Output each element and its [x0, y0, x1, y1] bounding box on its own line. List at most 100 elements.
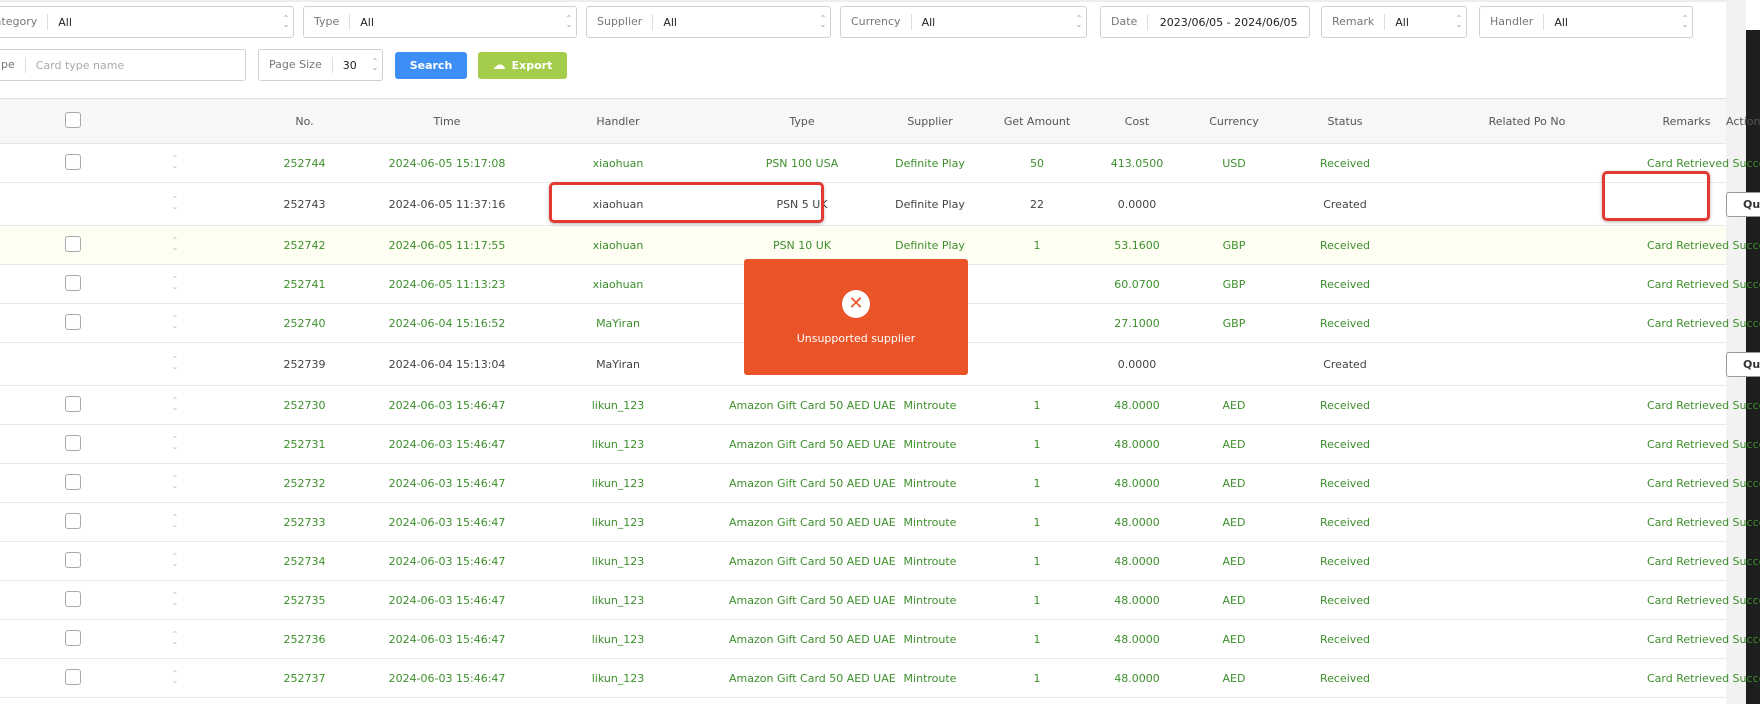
cell-remarks: [1647, 342, 1726, 386]
sort-handle-icon[interactable]: ⌃ ⌄: [172, 670, 179, 685]
cell-handler: MaYiran: [507, 342, 729, 386]
sort-handle-icon[interactable]: ⌃ ⌄: [172, 592, 179, 607]
cell-status: Received: [1283, 463, 1407, 503]
cell-cost: 413.0500: [1089, 143, 1185, 183]
cell-handler: likun_123: [507, 580, 729, 620]
row-checkbox[interactable]: [65, 434, 81, 451]
cell-type: Amazon Gift Card 50 AED UAE: [729, 424, 896, 464]
row-checkbox[interactable]: [65, 473, 81, 490]
row-checkbox[interactable]: [65, 313, 81, 330]
table-row[interactable]: ⌃ ⌄ 252730 2024-06-03 15:46:47 likun_123 Amaz…: [0, 385, 1760, 425]
export-button[interactable]: ☁ Export: [478, 52, 567, 79]
row-checkbox[interactable]: [65, 235, 81, 252]
column-header: Currency: [1185, 98, 1283, 144]
row-checkbox[interactable]: [65, 274, 81, 291]
sort-handle-icon[interactable]: ⌃ ⌄: [172, 315, 179, 330]
search-button[interactable]: Search: [395, 52, 467, 79]
table-row[interactable]: ⌃ ⌄ 252736 2024-06-03 15:46:47 likun_123 Amaz…: [0, 619, 1760, 659]
sort-handle-icon[interactable]: ⌃ ⌄: [172, 475, 179, 490]
row-checkbox[interactable]: [65, 153, 81, 170]
cell-currency: AED: [1185, 385, 1283, 425]
cell-type: Amazon Gift Card 50 AED UAE: [729, 619, 896, 659]
sort-handle-icon[interactable]: ⌃ ⌄: [172, 514, 179, 529]
cell-status: Received: [1283, 541, 1407, 581]
highlight-annotation: [1602, 171, 1710, 221]
query-button[interactable]: Query: [1726, 191, 1760, 217]
table-row[interactable]: ⌃ ⌄ 252743 2024-06-05 11:37:16 xiaohuan PSN 5…: [0, 182, 1760, 226]
cell-handler: likun_123: [507, 385, 729, 425]
filter-type[interactable]: Type All ⌃ ⌄: [303, 6, 577, 38]
cell-no: 252735: [222, 580, 387, 620]
row-checkbox[interactable]: [65, 395, 81, 412]
cell-remarks: Card Retrieved Successful: [1647, 225, 1760, 265]
chevron-updown-icon: ⌃ ⌄: [371, 57, 379, 72]
filter-date[interactable]: Date 2023/06/05 - 2024/06/05: [1100, 6, 1310, 38]
filter-currency[interactable]: Currency All ⌃ ⌄: [840, 6, 1087, 38]
cell-amount: 22: [985, 182, 1089, 226]
page-size-select[interactable]: Page Size 30 ⌃ ⌄: [258, 49, 383, 81]
cell-amount: 1: [985, 541, 1089, 581]
cell-currency: USD: [1185, 143, 1283, 183]
cell-status: Created: [1283, 342, 1407, 386]
cell-type: Amazon Gift Card 50 AED UAE: [729, 541, 896, 581]
cell-time: 2024-06-05 11:17:55: [387, 225, 507, 265]
row-checkbox[interactable]: [65, 590, 81, 607]
filter-supplier[interactable]: Supplier All ⌃ ⌄: [586, 6, 831, 38]
sort-handle-icon[interactable]: ⌃ ⌄: [172, 196, 179, 211]
query-button[interactable]: Query: [1726, 351, 1760, 377]
sort-handle-icon[interactable]: ⌃ ⌄: [172, 155, 179, 170]
filter-category[interactable]: CategoryAll⌃⌄: [0, 6, 294, 38]
sort-handle-icon[interactable]: ⌃ ⌄: [172, 553, 179, 568]
sort-handle-icon[interactable]: ⌃ ⌄: [172, 276, 179, 291]
cell-po: [1407, 225, 1647, 265]
cell-po: [1407, 463, 1647, 503]
cell-status: Received: [1283, 619, 1407, 659]
sort-handle-icon[interactable]: ⌃ ⌄: [172, 397, 179, 412]
cell-no: 252737: [222, 658, 387, 698]
cell-handler: xiaohuan: [507, 143, 729, 183]
sort-handle-icon[interactable]: ⌃ ⌄: [172, 356, 179, 371]
cell-remarks: Card Retrieved Successful: [1647, 580, 1760, 620]
table-row[interactable]: ⌃ ⌄ 252733 2024-06-03 15:46:47 likun_123 Amaz…: [0, 502, 1760, 542]
cell-currency: [1185, 182, 1283, 226]
cell-handler: likun_123: [507, 463, 729, 503]
table-row[interactable]: ⌃ ⌄ 252737 2024-06-03 15:46:47 likun_123 Amaz…: [0, 658, 1760, 698]
sort-handle-icon[interactable]: ⌃ ⌄: [172, 631, 179, 646]
cell-status: Received: [1283, 502, 1407, 542]
cell-status: Received: [1283, 385, 1407, 425]
cell-po: [1407, 541, 1647, 581]
row-checkbox[interactable]: [65, 629, 81, 646]
cell-time: 2024-06-03 15:46:47: [387, 463, 507, 503]
column-header: Time: [387, 98, 507, 144]
select-all-checkbox[interactable]: [65, 111, 81, 128]
cell-type: Amazon Gift Card 50 AED UAE: [729, 580, 896, 620]
cell-handler: likun_123: [507, 502, 729, 542]
sort-handle-icon[interactable]: ⌃ ⌄: [172, 237, 179, 252]
cell-amount: 1: [985, 225, 1089, 265]
cell-cost: 48.0000: [1089, 385, 1185, 425]
cell-time: 2024-06-03 15:46:47: [387, 658, 507, 698]
row-checkbox[interactable]: [65, 551, 81, 568]
sort-handle-icon[interactable]: ⌃ ⌄: [172, 436, 179, 451]
cell-currency: GBP: [1185, 225, 1283, 265]
cell-no: 252741: [222, 264, 387, 304]
cell-no: 252744: [222, 143, 387, 183]
card-type-input[interactable]: Card type name: [26, 59, 245, 72]
chevron-updown-icon: ⌃ ⌄: [1681, 14, 1689, 29]
cell-status: Received: [1283, 424, 1407, 464]
card-type-field[interactable]: pe Card type name: [0, 49, 246, 81]
table-row[interactable]: ⌃ ⌄ 252732 2024-06-03 15:46:47 likun_123 Amaz…: [0, 463, 1760, 503]
cell-currency: AED: [1185, 541, 1283, 581]
filter-remark[interactable]: Remark All ⌃ ⌄: [1321, 6, 1467, 38]
row-checkbox[interactable]: [65, 668, 81, 685]
table-row[interactable]: ⌃ ⌄ 252735 2024-06-03 15:46:47 likun_123 Amaz…: [0, 580, 1760, 620]
row-checkbox[interactable]: [65, 512, 81, 529]
cell-currency: GBP: [1185, 303, 1283, 343]
filter-handler[interactable]: Handler All ⌃ ⌄: [1479, 6, 1693, 38]
table-row[interactable]: ⌃ ⌄ 252731 2024-06-03 15:46:47 likun_123 Amaz…: [0, 424, 1760, 464]
column-header: Handler: [507, 98, 729, 144]
table-row[interactable]: ⌃ ⌄ 252744 2024-06-05 15:17:08 xiaohuan PSN 1…: [0, 143, 1760, 183]
cell-handler: MaYiran: [507, 303, 729, 343]
cell-time: 2024-06-04 15:16:52: [387, 303, 507, 343]
table-row[interactable]: ⌃ ⌄ 252734 2024-06-03 15:46:47 likun_123 Amaz…: [0, 541, 1760, 581]
